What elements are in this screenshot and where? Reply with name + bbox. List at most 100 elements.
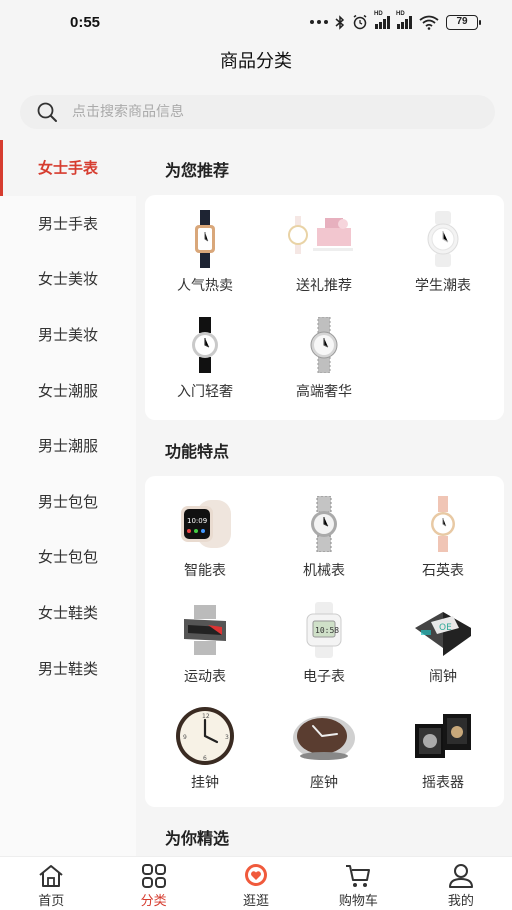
alarm-clock-icon: OE xyxy=(415,612,471,656)
category-item-label: 座钟 xyxy=(310,775,338,791)
quartz-watch-icon xyxy=(431,496,455,552)
signal-icon: HD xyxy=(374,11,390,29)
category-item[interactable]: 机械表 xyxy=(264,494,384,580)
recommend-card: 人气热卖 送礼推荐 学生潮表 入门轻奢 高端奢华 xyxy=(145,195,504,420)
category-item-label: 高端奢华 xyxy=(296,384,352,400)
sidebar-item-label: 男士鞋类 xyxy=(37,659,98,678)
more-notifications-icon xyxy=(310,20,328,24)
desk-clock-icon xyxy=(293,716,355,760)
tab-cart[interactable]: 购物车 xyxy=(307,857,409,910)
tab-label: 购物车 xyxy=(338,894,378,909)
sidebar-item-label: 女士包包 xyxy=(37,548,98,567)
mechanical-watch-icon xyxy=(311,496,337,552)
white-sport-watch-icon xyxy=(427,211,459,267)
category-item[interactable]: 座钟 xyxy=(264,706,384,792)
category-item-label: 机械表 xyxy=(303,563,345,579)
category-item-label: 人气热卖 xyxy=(177,278,233,294)
battery-icon: 79 xyxy=(446,14,481,30)
cart-icon xyxy=(346,865,371,887)
alarm-icon xyxy=(353,14,367,30)
category-item[interactable]: 高端奢华 xyxy=(264,315,384,401)
status-bar: 0:55 HD HD 79 xyxy=(0,0,512,44)
category-item[interactable]: 石英表 xyxy=(383,494,503,580)
heart-bubble-icon xyxy=(245,864,268,886)
svg-text:6: 6 xyxy=(203,755,207,762)
category-item-label: 闹钟 xyxy=(429,669,457,685)
tab-label: 我的 xyxy=(447,894,474,909)
category-item[interactable]: 10:09 智能表 xyxy=(145,494,265,580)
tab-category[interactable]: 分类 xyxy=(102,857,204,910)
category-item[interactable]: 人气热卖 xyxy=(145,209,265,295)
sidebar-item-womens-shoes[interactable]: 女士鞋类 xyxy=(0,585,136,641)
sidebar-item-label: 女士手表 xyxy=(37,159,98,178)
tab-profile[interactable]: 我的 xyxy=(410,857,512,910)
section-title-features: 功能特点 xyxy=(165,442,230,461)
sidebar-item-label: 男士潮服 xyxy=(37,437,98,456)
bluetooth-icon xyxy=(335,14,345,30)
home-icon xyxy=(39,865,63,887)
sidebar-item-label: 女士潮服 xyxy=(37,381,98,400)
tab-label: 分类 xyxy=(140,894,167,909)
category-item[interactable]: 送礼推荐 xyxy=(264,209,384,295)
sidebar-item-mens-fashion[interactable]: 男士潮服 xyxy=(0,418,136,474)
category-item-label: 摇表器 xyxy=(422,775,464,791)
sidebar-item-mens-watches[interactable]: 男士手表 xyxy=(0,196,136,252)
smartwatch-icon: 10:09 xyxy=(181,500,231,548)
sidebar-item-label: 女士美妆 xyxy=(37,270,98,289)
category-content: 为您推荐 人气热卖 送礼推荐 学生潮表 入门轻奢 高端奢华 功能特点 10:09… xyxy=(136,140,512,856)
sidebar-item-womens-fashion[interactable]: 女士潮服 xyxy=(0,362,136,418)
sidebar-item-womens-watches[interactable]: 女士手表 xyxy=(0,140,136,196)
section-title-recommend: 为您推荐 xyxy=(165,161,230,180)
signal-icon-2: HD xyxy=(396,11,412,29)
sidebar-item-mens-shoes[interactable]: 男士鞋类 xyxy=(0,640,136,696)
page-header: 商品分类 xyxy=(0,44,512,84)
category-item-label: 挂钟 xyxy=(191,775,219,791)
category-item[interactable]: 运动表 xyxy=(145,600,265,686)
category-item-label: 学生潮表 xyxy=(415,278,471,294)
category-item-label: 送礼推荐 xyxy=(296,278,352,294)
category-item[interactable]: 摇表器 xyxy=(383,706,503,792)
svg-text:3: 3 xyxy=(225,734,229,741)
category-item[interactable]: 10:58 电子表 xyxy=(264,600,384,686)
bottom-tab-bar: 首页 分类 逛逛 购物车 我的 xyxy=(0,856,512,910)
svg-text:12: 12 xyxy=(202,713,210,720)
watch-winder-icon xyxy=(415,714,471,758)
steel-bracelet-watch-icon xyxy=(310,317,338,373)
status-icons: HD HD 79 xyxy=(310,11,481,32)
sidebar-item-womens-makeup[interactable]: 女士美妆 xyxy=(0,251,136,307)
section-title-picks: 为你精选 xyxy=(165,829,230,848)
leather-strap-watch-icon xyxy=(195,210,215,268)
sidebar-item-mens-bags[interactable]: 男士包包 xyxy=(0,474,136,530)
category-item[interactable]: 12 3 6 9 挂钟 xyxy=(145,706,265,792)
tab-label: 首页 xyxy=(38,894,65,909)
category-icon xyxy=(141,864,166,888)
category-item[interactable]: 学生潮表 xyxy=(383,209,503,295)
category-item-label: 运动表 xyxy=(184,669,226,685)
sidebar-item-label: 男士包包 xyxy=(37,492,98,511)
category-item[interactable]: OE 闹钟 xyxy=(383,600,503,686)
gift-watch-set-icon xyxy=(288,216,353,254)
svg-text:10:58: 10:58 xyxy=(315,626,339,635)
sidebar-item-mens-makeup[interactable]: 男士美妆 xyxy=(0,307,136,363)
svg-text:10:09: 10:09 xyxy=(187,517,207,525)
category-item-label: 电子表 xyxy=(303,669,345,685)
page-title: 商品分类 xyxy=(220,51,292,72)
tab-browse[interactable]: 逛逛 xyxy=(205,857,307,910)
wifi-icon xyxy=(419,15,439,30)
category-item[interactable]: 入门轻奢 xyxy=(145,315,265,401)
profile-icon xyxy=(448,864,473,888)
sidebar-item-label: 男士美妆 xyxy=(37,326,98,345)
category-item-label: 智能表 xyxy=(184,563,226,579)
search-bar[interactable] xyxy=(20,95,495,129)
category-item-label: 石英表 xyxy=(422,563,464,579)
wall-clock-icon: 12 3 6 9 xyxy=(176,707,234,765)
sidebar-item-womens-bags[interactable]: 女士包包 xyxy=(0,529,136,585)
search-icon xyxy=(37,102,57,122)
category-sidebar: 女士手表 男士手表 女士美妆 男士美妆 女士潮服 男士潮服 男士包包 女士包包 … xyxy=(0,140,136,856)
svg-text:9: 9 xyxy=(183,734,187,741)
tab-home[interactable]: 首页 xyxy=(0,857,102,910)
sport-watch-icon xyxy=(184,605,226,655)
sidebar-item-label: 女士鞋类 xyxy=(37,604,98,623)
search-input[interactable] xyxy=(72,104,452,120)
black-strap-watch-icon xyxy=(192,317,218,373)
